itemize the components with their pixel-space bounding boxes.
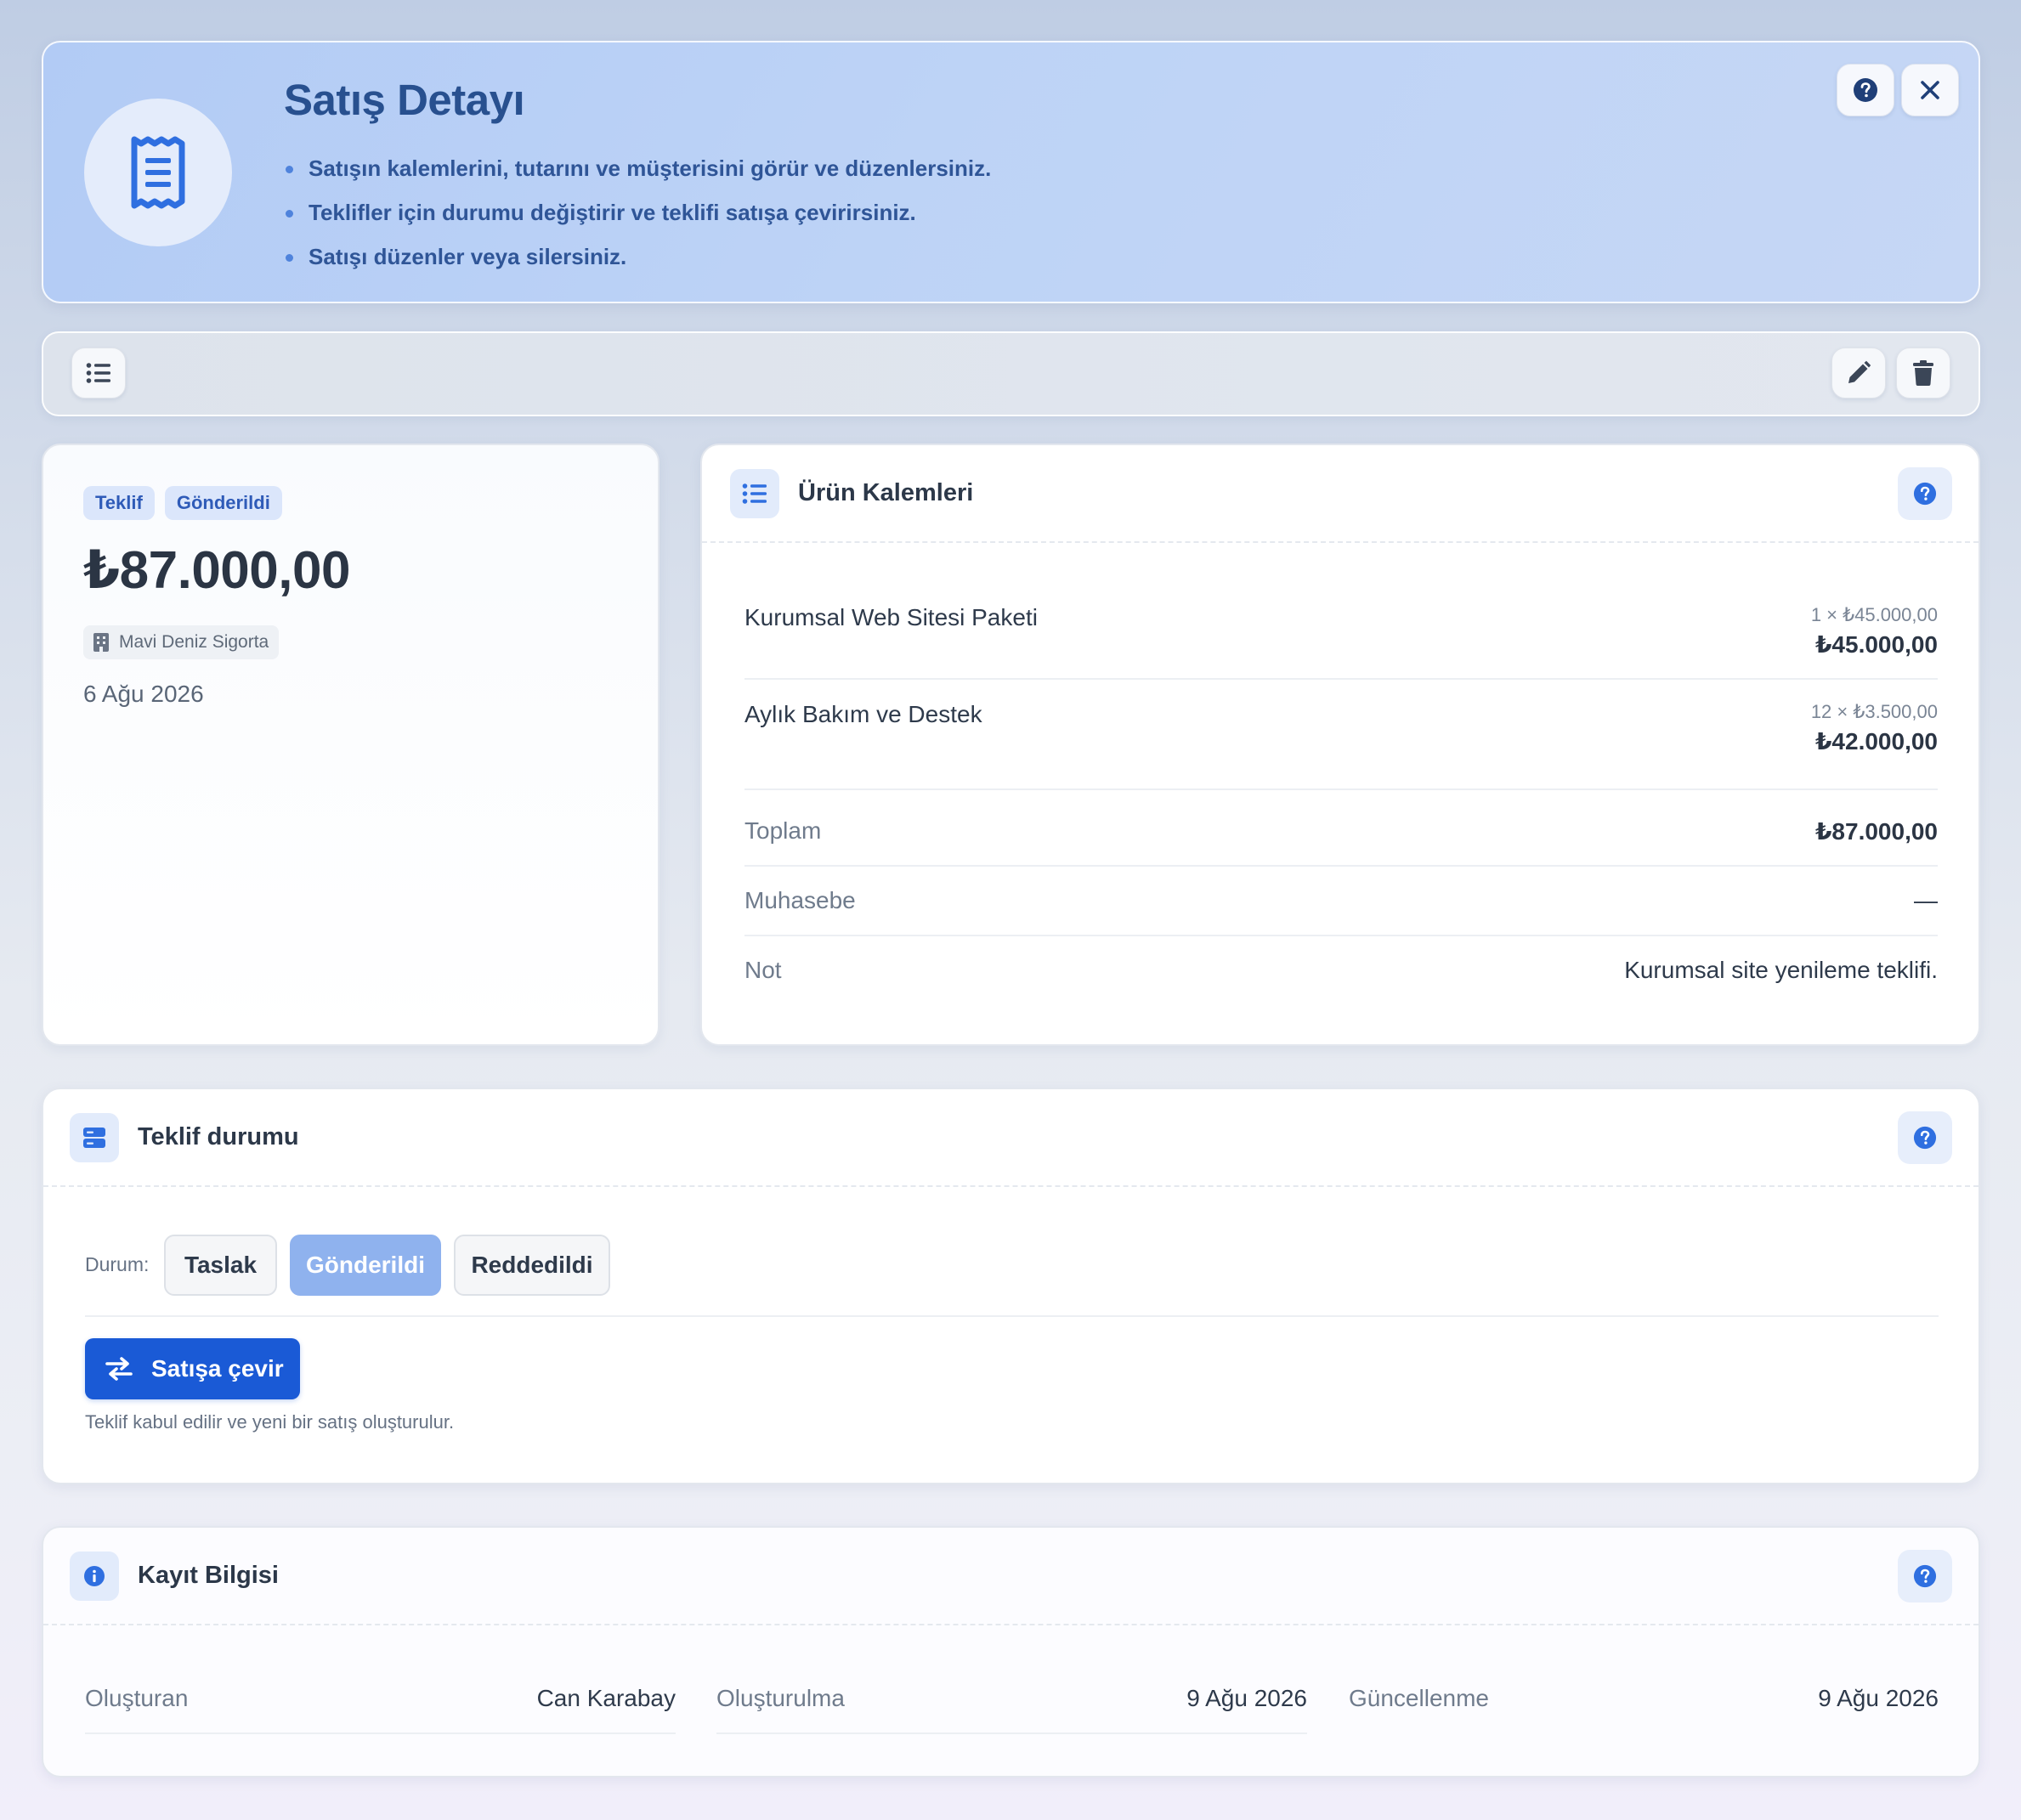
record-card-title: Kayıt Bilgisi [138, 1562, 279, 1589]
divider [744, 935, 1938, 936]
status-badge: Gönderildi [164, 486, 282, 520]
item-quantity: 1 × ₺45.000,00 [1810, 604, 1938, 625]
items-help-button[interactable] [1898, 467, 1952, 520]
items-card-title: Ürün Kalemleri [798, 479, 974, 506]
convert-hint: Teklif kabul edilir ve yeni bir satış ol… [85, 1411, 455, 1433]
item-quantity: 12 × ₺3.500,00 [1810, 701, 1938, 722]
total-label: Toplam [744, 817, 822, 844]
accounting-value: — [1914, 887, 1938, 913]
building-icon [93, 633, 109, 652]
record-info-card: Kayıt Bilgisi Oluşturan Can Karabay Oluş… [42, 1526, 1980, 1778]
accounting-label: Muhasebe [744, 887, 856, 913]
delete-button[interactable] [1896, 348, 1950, 398]
status-header-icon [70, 1113, 119, 1162]
divider [43, 1185, 1979, 1187]
status-card-title: Teklif durumu [138, 1123, 299, 1150]
question-circle-icon [1913, 482, 1937, 506]
divider [85, 1732, 676, 1734]
divider [716, 1732, 1307, 1734]
note-value: Kurumsal site yenileme teklifi. [1624, 957, 1938, 983]
info-icon [84, 1566, 105, 1586]
pencil-icon [1848, 360, 1871, 383]
type-badge: Teklif [83, 486, 155, 520]
server-icon [83, 1128, 105, 1148]
customer-name: Mavi Deniz Sigorta [119, 632, 269, 652]
status-badges: Teklif Gönderildi [83, 486, 282, 520]
status-label: Durum: [85, 1253, 150, 1275]
receipt-icon [131, 136, 185, 209]
item-total: ₺45.000,00 [1814, 631, 1938, 658]
customer-chip[interactable]: Mavi Deniz Sigorta [83, 625, 280, 659]
swap-arrows-icon [105, 1357, 133, 1381]
header-bullet: Teklifler için durumu değiştirir ve tekl… [284, 190, 991, 235]
close-button[interactable] [1901, 64, 1959, 116]
close-icon [1921, 81, 1939, 99]
page-title: Satış Detayı [284, 76, 525, 124]
list-view-button[interactable] [71, 348, 126, 398]
divider [43, 1624, 1979, 1625]
sale-date: 6 Ağu 2026 [83, 681, 204, 707]
convert-to-sale-button[interactable]: Satışa çevir [85, 1338, 300, 1399]
status-help-button[interactable] [1898, 1111, 1952, 1164]
header-bullet: Satışın kalemlerini, tutarını ve müşteri… [284, 146, 991, 190]
question-circle-icon [1913, 1564, 1937, 1588]
page-header: Satış Detayı Satışın kalemlerini, tutarı… [42, 41, 1980, 303]
header-bullet: Satışı düzenler veya silersiniz. [284, 235, 991, 279]
item-name: Kurumsal Web Sitesi Paketi [744, 604, 1038, 630]
created-at-value: 9 Ağu 2026 [1186, 1685, 1307, 1711]
header-help-button[interactable] [1837, 64, 1894, 116]
sale-amount: ₺87.000,00 [83, 541, 350, 600]
item-total: ₺42.000,00 [1814, 728, 1938, 755]
list-icon [86, 363, 110, 383]
divider [744, 788, 1938, 790]
items-header-icon [730, 469, 779, 518]
record-help-button[interactable] [1898, 1550, 1952, 1602]
edit-button[interactable] [1831, 348, 1886, 398]
divider [85, 1315, 1939, 1317]
trash-icon [1913, 360, 1933, 386]
note-label: Not [744, 957, 782, 983]
status-option-sent[interactable]: Gönderildi [290, 1235, 441, 1296]
toolbar [42, 331, 1980, 416]
status-option-draft[interactable]: Taslak [164, 1235, 277, 1296]
question-circle-icon [1854, 78, 1877, 102]
updated-at-value: 9 Ağu 2026 [1818, 1685, 1939, 1711]
header-bullets: Satışın kalemlerini, tutarını ve müşteri… [284, 146, 991, 279]
divider [702, 541, 1979, 543]
convert-button-label: Satışa çevir [151, 1355, 284, 1382]
divider [744, 865, 1938, 867]
record-header-icon [70, 1552, 119, 1601]
created-by-value: Can Karabay [536, 1685, 676, 1711]
summary-card: Teklif Gönderildi ₺87.000,00 Mavi Deniz … [42, 444, 660, 1046]
total-value: ₺87.000,00 [1814, 818, 1938, 845]
item-name: Aylık Bakım ve Destek [744, 701, 982, 727]
list-icon [742, 483, 767, 504]
items-card: Ürün Kalemleri Kurumsal Web Sitesi Paket… [700, 444, 1980, 1046]
receipt-icon-circle [84, 99, 232, 246]
quote-status-card: Teklif durumu Durum: Taslak Gönderildi R… [42, 1088, 1980, 1484]
divider [744, 678, 1938, 680]
status-option-rejected[interactable]: Reddedildi [454, 1235, 610, 1296]
question-circle-icon [1913, 1126, 1937, 1150]
